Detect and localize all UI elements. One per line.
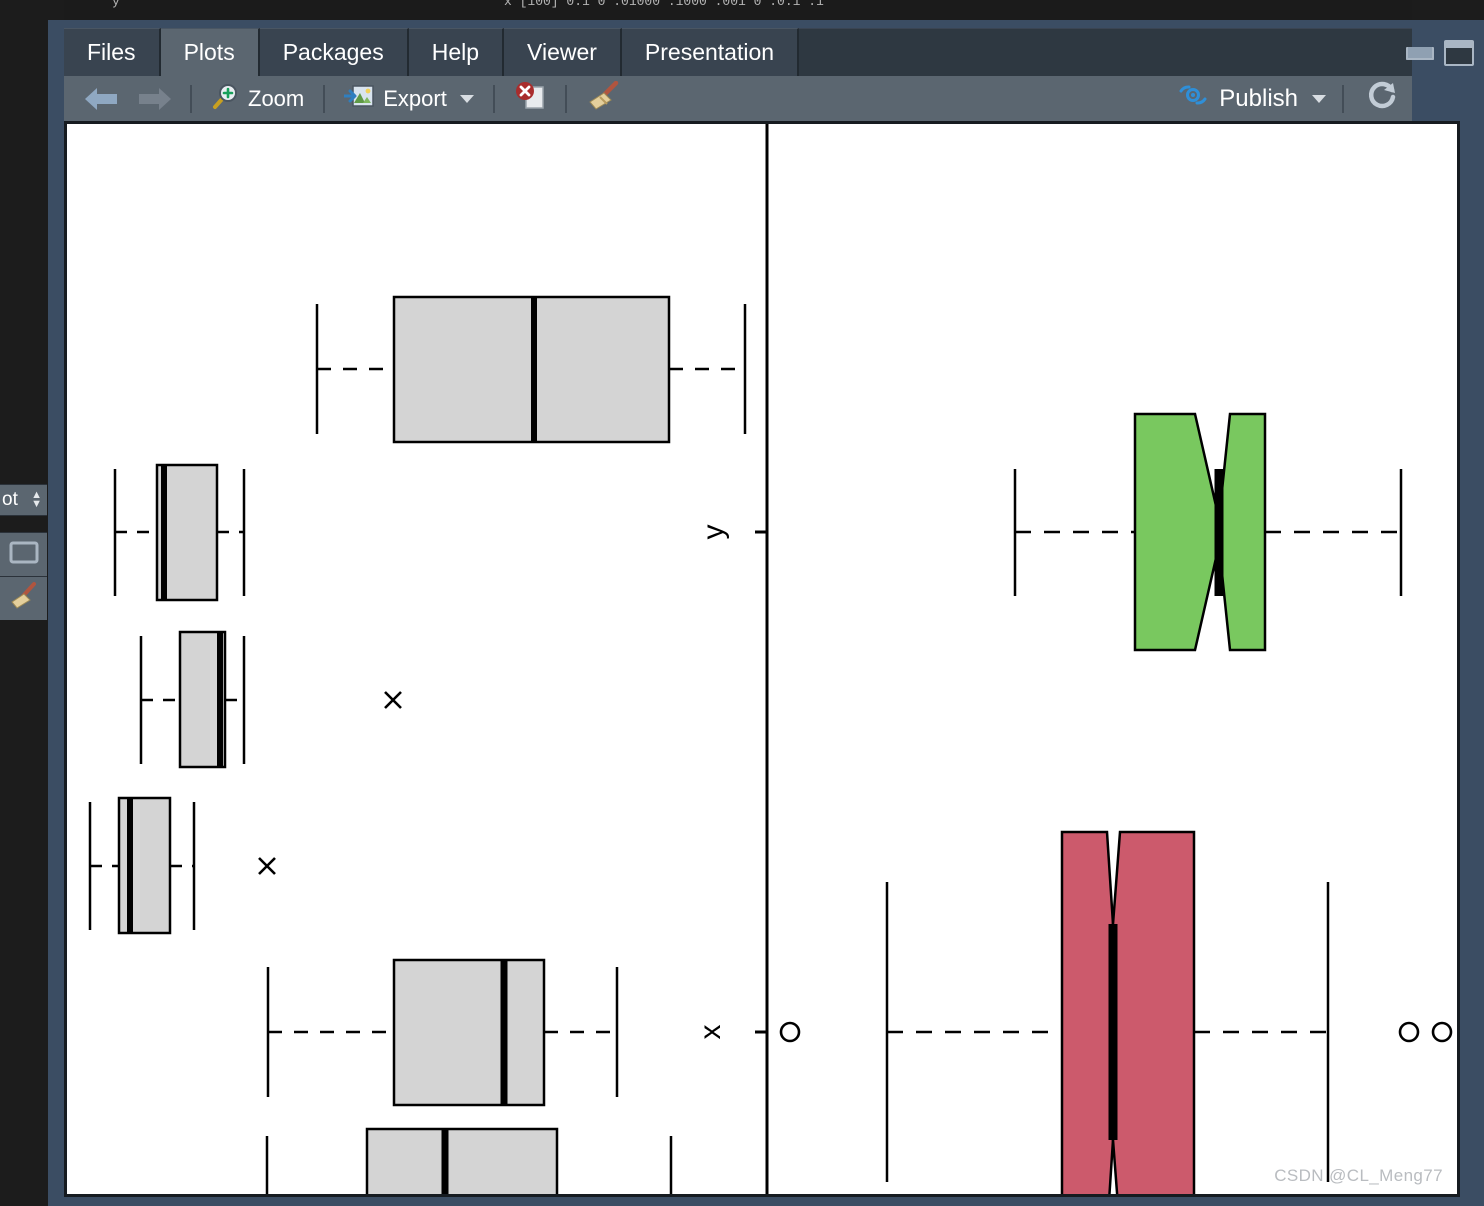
tab-viewer-label: Viewer <box>527 39 597 65</box>
toolbar-separator <box>323 84 326 113</box>
tab-presentation-label: Presentation <box>644 39 775 65</box>
right-panel <box>779 412 1453 1194</box>
refresh-icon[interactable] <box>1354 80 1412 118</box>
list-item <box>1013 412 1403 652</box>
tab-plots[interactable]: Plots <box>160 28 260 76</box>
tab-plots-label: Plots <box>183 39 235 65</box>
left-pane-header[interactable]: ot ▲ ▼ <box>0 484 47 516</box>
table-row <box>113 463 246 602</box>
maximize-window-icon[interactable] <box>1444 40 1474 66</box>
minimize-pane-icon[interactable] <box>1406 46 1434 60</box>
table-row <box>315 295 747 444</box>
chevron-down-icon[interactable] <box>459 94 474 103</box>
broom-icon <box>586 80 620 117</box>
broom-icon <box>8 581 40 616</box>
notched-box-red <box>1111 830 1196 1194</box>
clear-all-plots-button[interactable] <box>577 80 629 118</box>
toolbar-separator <box>190 84 192 113</box>
plots-toolbar: Zoom Export Publish <box>64 76 1412 121</box>
rstudio-window: y x [100] 0.1 0 .01000 .1000 .001 0 .0.1… <box>0 0 1484 1206</box>
console-fragment: x [100] 0.1 0 .01000 .1000 .001 0 .0.1 .… <box>504 0 824 9</box>
zoom-button[interactable]: Zoom <box>202 80 313 118</box>
back-button[interactable] <box>76 80 128 118</box>
forward-button[interactable] <box>128 80 180 118</box>
list-item <box>885 830 1453 1194</box>
tab-list: Files Plots Packages Help Viewer Present… <box>64 28 1412 76</box>
toolbar-separator <box>1342 84 1344 113</box>
remove-plot-button[interactable] <box>505 80 555 118</box>
table-row <box>88 796 276 935</box>
table-row <box>139 630 402 769</box>
console-strip: y x [100] 0.1 0 .01000 .1000 .001 0 .0.1… <box>64 0 1412 20</box>
outlier-marker <box>1431 1021 1453 1043</box>
notched-box-green <box>1133 412 1221 652</box>
export-button[interactable]: Export <box>335 80 483 118</box>
tab-help[interactable]: Help <box>408 28 505 76</box>
arrow-left-icon <box>85 87 119 110</box>
window-controls <box>1406 40 1474 66</box>
publish-button[interactable]: Publish <box>1177 82 1332 115</box>
maximize-pane-icon <box>9 540 39 569</box>
table-row <box>265 1127 673 1194</box>
tab-viewer[interactable]: Viewer <box>504 28 622 76</box>
console-fragment: y <box>112 0 120 9</box>
clear-plots-button-mini[interactable] <box>0 576 47 620</box>
publish-label: Publish <box>1219 84 1298 112</box>
document-delete-icon <box>514 81 546 117</box>
plot-canvas[interactable]: y x CSDN @CL_Meng77 <box>64 121 1460 1197</box>
tab-presentation[interactable]: Presentation <box>621 28 800 76</box>
chevron-down-icon[interactable] <box>1312 94 1326 103</box>
notched-box-red <box>1060 830 1115 1194</box>
notched-box-green <box>1217 412 1267 652</box>
axis-label-x: x <box>694 1025 727 1040</box>
outlier-marker <box>1398 1021 1420 1043</box>
table-row <box>266 958 619 1107</box>
outlier-marker <box>779 1021 801 1043</box>
left-pane-title: ot <box>2 489 18 510</box>
export-label: Export <box>383 85 447 111</box>
tab-files-label: Files <box>87 39 136 65</box>
export-image-icon <box>342 83 374 115</box>
pane-tabbar: Files Plots Packages Help Viewer Present… <box>64 28 1412 76</box>
boxplot-figure: y x <box>88 124 1453 1194</box>
outlier-marker <box>258 857 276 875</box>
tab-packages-label: Packages <box>282 39 384 65</box>
toolbar-separator <box>492 84 495 113</box>
toolbar-separator <box>564 84 567 113</box>
zoom-label: Zoom <box>248 85 305 111</box>
axis-label-y: y <box>697 525 730 540</box>
tab-packages[interactable]: Packages <box>259 28 409 76</box>
tabbar-filler <box>799 28 1412 76</box>
tab-files[interactable]: Files <box>64 28 161 76</box>
magnifier-plus-icon <box>211 82 239 116</box>
publish-icon <box>1177 82 1209 115</box>
up-down-spinner-icon[interactable]: ▲ ▼ <box>31 490 47 510</box>
maximize-pane-button[interactable] <box>0 532 47 576</box>
tab-help-label: Help <box>431 39 480 65</box>
left-panel: y x <box>88 295 767 1194</box>
arrow-right-icon <box>137 88 171 110</box>
outlier-marker <box>384 691 402 709</box>
